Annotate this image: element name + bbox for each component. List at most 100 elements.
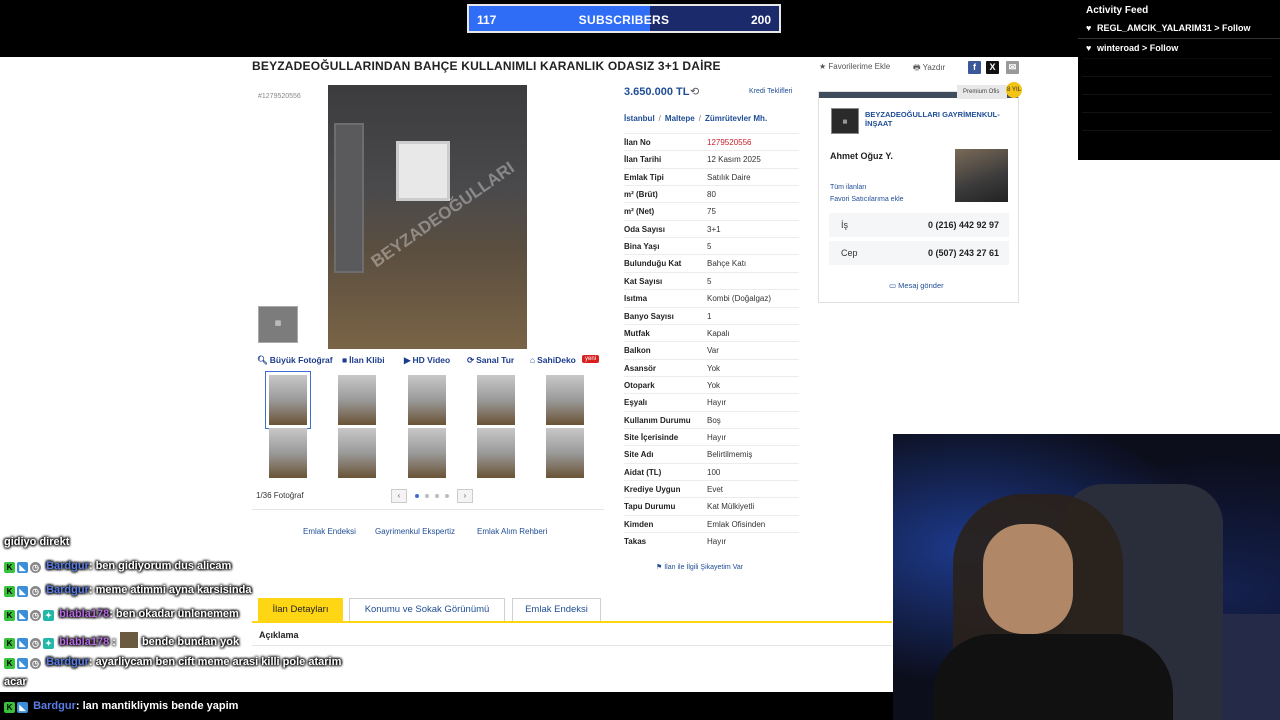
listing-clip-button[interactable]: ■ İlan Klibi <box>342 355 385 365</box>
spec-row: Kimden Emlak Ofisinden <box>624 514 799 532</box>
kick-badge-icon: K <box>4 638 15 649</box>
mail-icon[interactable]: ✉ <box>1006 61 1019 74</box>
kick-badge-icon: K <box>4 610 15 621</box>
spec-value: 80 <box>707 190 716 200</box>
heart-icon: ♥ <box>1086 23 1092 33</box>
spec-value: 12 Kasım 2025 <box>707 155 761 165</box>
photo-thumbnail[interactable] <box>265 371 311 429</box>
facebook-icon[interactable]: f <box>968 61 981 74</box>
printer-icon: 🖶 <box>913 63 923 72</box>
spec-value: Emlak Ofisinden <box>707 519 766 529</box>
favorite-seller-link[interactable]: Favori Satıcılarıma ekle <box>830 196 904 203</box>
spec-key: Banyo Sayısı <box>624 311 674 321</box>
photo-thumbnail[interactable] <box>477 428 515 478</box>
next-arrow-icon[interactable]: › <box>457 489 473 503</box>
pager-dot[interactable] <box>425 494 429 498</box>
main-photo[interactable]: BEYZADEOĞULLARI <box>328 85 527 349</box>
webcam-face <box>983 524 1073 634</box>
spec-value: 3+1 <box>707 224 721 234</box>
spec-key: Aidat (TL) <box>624 467 662 477</box>
send-message-link[interactable]: ▭ Mesaj gönder <box>889 281 944 290</box>
breadcrumb-district[interactable]: Maltepe <box>665 114 695 123</box>
spec-value: 75 <box>707 207 716 217</box>
pager-dot[interactable] <box>445 494 449 498</box>
sub-badge-icon: ◣ <box>17 610 28 621</box>
spec-value: Yok <box>707 380 721 390</box>
spec-row: Emlak Tipi Satılık Daire <box>624 167 799 185</box>
spec-row: Krediye Uygun Evet <box>624 480 799 497</box>
pager-dot[interactable] <box>415 494 419 498</box>
photo-thumbnail[interactable] <box>477 375 515 425</box>
spec-row: Balkon Var <box>624 341 799 358</box>
photo-thumbnail[interactable] <box>546 375 584 425</box>
virtual-tour-button[interactable]: ⟳ Sanal Tur <box>467 355 514 366</box>
spec-value: Belirtilmemiş <box>707 450 753 460</box>
photo-thumbnail[interactable] <box>408 428 446 478</box>
spec-value: 1 <box>707 311 712 321</box>
photo-door <box>334 123 364 273</box>
emlak-endeksi-link[interactable]: Emlak Endeksi <box>303 527 356 536</box>
new-badge: yeni <box>582 355 600 363</box>
x-icon[interactable]: X <box>986 61 999 74</box>
spec-value: Hayır <box>707 398 727 408</box>
spec-key: Bulunduğu Kat <box>624 259 682 269</box>
video-camera-icon: ■ <box>342 355 348 365</box>
photo-thumbnail[interactable] <box>338 428 376 478</box>
spec-value: Kombi (Doğalgaz) <box>707 294 772 304</box>
report-link[interactable]: ⚑ İlan ile İlgili Şikayetim Var <box>656 563 743 571</box>
print-link[interactable]: 🖶 Yazdır <box>913 62 945 76</box>
spec-value: 5 <box>707 276 712 286</box>
emote-icon <box>119 632 138 648</box>
spec-row: İlan No 1279520556 <box>624 133 799 150</box>
description-heading: Açıklama <box>259 630 299 640</box>
spec-row: Site Adı Belirtilmemiş <box>624 445 799 462</box>
all-listings-link[interactable]: Tüm ilanları <box>830 184 867 191</box>
favorite-link[interactable]: ★ Favorilerime Ekle <box>819 62 890 71</box>
spec-key: Takas <box>624 537 647 547</box>
credit-offers-link[interactable]: Kredi Teklifleri <box>749 88 792 95</box>
spec-key: Site İçerisinde <box>624 432 679 442</box>
chat-line: K ◣ ◷ ✦ blabla178: ben okadar ünlenemem <box>4 608 239 621</box>
pager-dot[interactable] <box>435 494 439 498</box>
tab-emlak-endeksi[interactable]: Emlak Endeksi <box>512 598 601 621</box>
hd-video-button[interactable]: ▶ HD Video <box>404 355 450 366</box>
big-photo-button[interactable]: 🔍︎ Büyük Fotoğraf <box>257 355 333 366</box>
premium-badge: 8 YIL <box>1006 82 1022 98</box>
photo-thumbnail[interactable] <box>408 375 446 425</box>
flag-icon: ⚑ <box>656 564 665 571</box>
feed-item: ♥ winteroad > Follow <box>1078 38 1280 56</box>
spec-row: Tapu Durumu Kat Mülkiyetli <box>624 497 799 514</box>
price-history-icon[interactable]: ⟲ <box>690 85 699 98</box>
message-icon: ▭ <box>889 281 899 290</box>
tab-location[interactable]: Konumu ve Sokak Görünümü <box>349 598 505 621</box>
spec-row: Kat Sayısı 5 <box>624 271 799 289</box>
spec-row: Asansör Yok <box>624 358 799 376</box>
seller-logo[interactable]: ▦ <box>831 108 859 134</box>
photo-thumbnail[interactable] <box>546 428 584 478</box>
divider <box>252 645 892 646</box>
sahideko-button[interactable]: ⌂ SahiDeko <box>530 355 576 365</box>
activity-feed: Activity Feed ♥ REGL_AMCIK_YALARIM31 > Fo… <box>1078 0 1280 160</box>
photo-thumbnail[interactable] <box>338 375 376 425</box>
photo-thumbnail[interactable] <box>269 428 307 478</box>
tab-listing-details[interactable]: İlan Detayları <box>258 598 343 621</box>
ekspertiz-link[interactable]: Gayrimenkul Ekspertiz <box>375 527 455 536</box>
spec-key: Krediye Uygun <box>624 485 681 494</box>
prev-arrow-icon[interactable]: ‹ <box>391 489 407 503</box>
seller-company-name[interactable]: BEYZADEOĞULLARI GAYRİMENKUL-İNŞAAT <box>865 110 1015 128</box>
spec-row: Oda Sayısı 3+1 <box>624 219 799 237</box>
spec-row: Site İçerisinde Hayır <box>624 427 799 445</box>
spec-value: 5 <box>707 242 712 252</box>
spec-key: m² (Net) <box>624 207 655 217</box>
tour-icon: ⟳ <box>467 355 475 365</box>
clock-badge-icon: ◷ <box>30 658 41 669</box>
spec-key: Eşyalı <box>624 398 648 408</box>
chat-line: gidiyo direkt <box>4 536 70 548</box>
webcam-feed <box>893 434 1280 720</box>
spec-value: Satılık Daire <box>707 172 751 182</box>
company-logo-thumb[interactable]: ▦ <box>258 306 298 343</box>
breadcrumb-city[interactable]: İstanbul <box>624 114 655 123</box>
alim-rehberi-link[interactable]: Emlak Alım Rehberi <box>477 527 547 536</box>
breadcrumb-neighborhood[interactable]: Zümrütevler Mh. <box>705 114 767 123</box>
spec-row: Kullanım Durumu Boş <box>624 410 799 428</box>
